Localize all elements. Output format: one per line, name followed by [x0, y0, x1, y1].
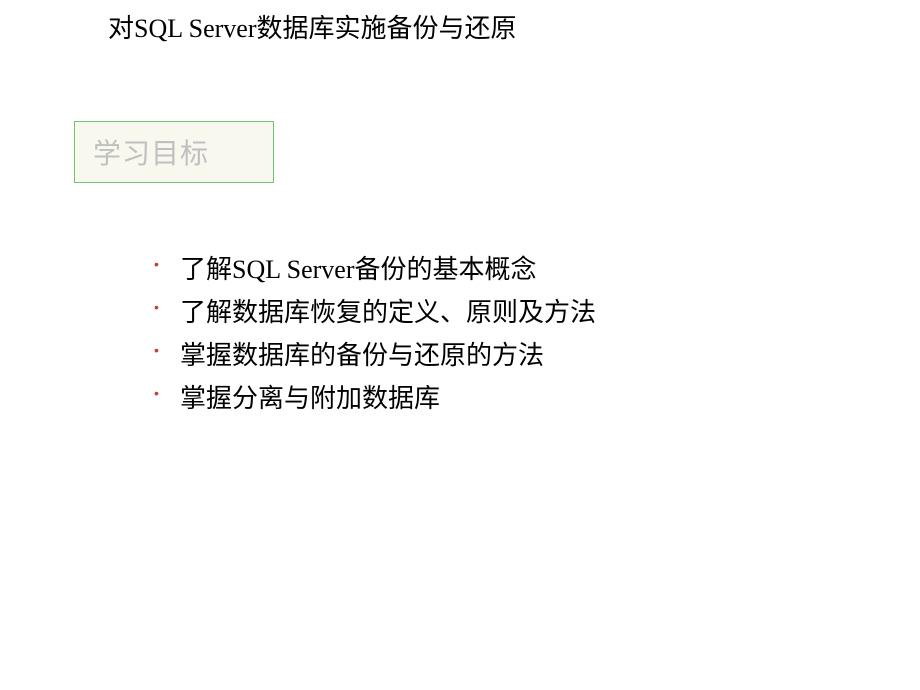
- list-item: 掌握数据库的备份与还原的方法: [154, 335, 596, 378]
- bullet-list: 了解SQL Server备份的基本概念 了解数据库恢复的定义、原则及方法 掌握数…: [154, 249, 596, 421]
- objectives-box: 学习目标: [74, 121, 274, 183]
- slide-title: 对SQL Server数据库实施备份与还原: [108, 8, 517, 45]
- objectives-label: 学习目标: [93, 132, 209, 172]
- list-item: 掌握分离与附加数据库: [154, 378, 596, 421]
- list-item: 了解数据库恢复的定义、原则及方法: [154, 292, 596, 335]
- list-item: 了解SQL Server备份的基本概念: [154, 249, 596, 292]
